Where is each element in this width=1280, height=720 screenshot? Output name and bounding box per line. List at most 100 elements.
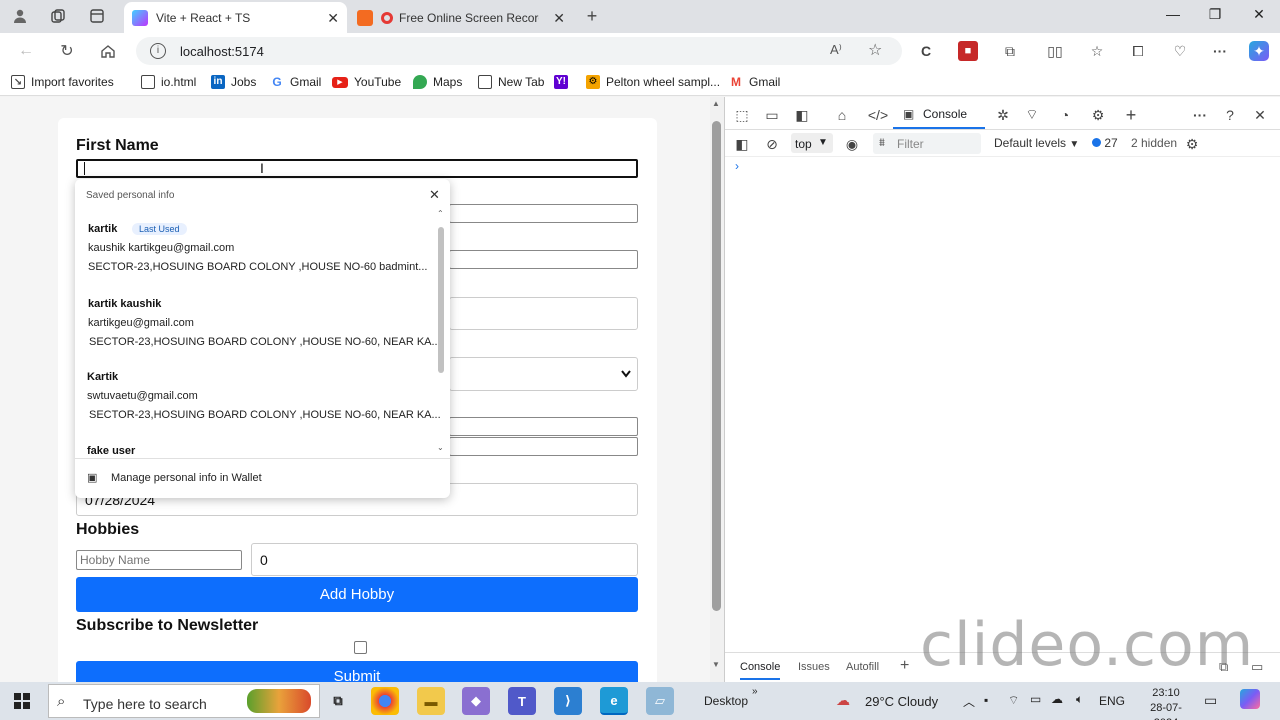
device-toolbar-icon[interactable]: ▭ [762, 105, 782, 125]
back-icon[interactable]: ← [15, 40, 37, 62]
add-hobby-button[interactable]: Add Hobby [76, 577, 638, 612]
notifications-icon[interactable]: ▭ [1204, 692, 1217, 709]
split-screen-icon[interactable]: ▯▯ [1045, 41, 1065, 61]
elements-icon[interactable]: </> [868, 105, 888, 125]
copilot-extension-icon[interactable]: C [916, 41, 936, 61]
city-input[interactable] [449, 437, 638, 456]
scroll-up-icon[interactable]: ▲ [712, 99, 720, 108]
bookmark-gmail-google[interactable]: G Gmail [270, 75, 321, 89]
taskbar-search-box[interactable]: ⌕ Type here to search [48, 684, 320, 718]
favorite-star-icon[interactable]: ☆ [868, 40, 882, 60]
volume-icon[interactable]: 🔈︎ [1076, 692, 1083, 707]
email-input[interactable] [449, 250, 638, 269]
refresh-icon[interactable]: ↻ [56, 40, 78, 62]
scroll-up-icon[interactable]: ⌃ [437, 209, 444, 218]
bookmark-yahoo[interactable]: Y! [554, 75, 574, 89]
wifi-icon[interactable]: ⌔ [1008, 693, 1019, 708]
autofill-item[interactable]: kartik kaushik kartikgeu@gmail.com SECTO… [75, 290, 441, 358]
gender-select[interactable] [449, 357, 638, 391]
bookmark-jobs[interactable]: in Jobs [211, 75, 256, 89]
manage-wallet-link[interactable]: ▣ Manage personal info in Wallet [75, 459, 450, 498]
close-icon[interactable]: ✕ [553, 10, 565, 27]
bookmark-import-favorites[interactable]: ↘ Import favorites [11, 75, 114, 89]
language-indicator[interactable]: ENG [1099, 694, 1125, 708]
copilot-taskbar-icon[interactable] [1240, 689, 1260, 709]
address-input[interactable] [449, 417, 638, 436]
chrome-icon[interactable] [371, 687, 399, 715]
bookmark-maps[interactable]: Maps [413, 75, 462, 89]
scroll-thumb[interactable] [712, 121, 721, 611]
window-close-icon[interactable]: ✕ [1244, 6, 1274, 26]
scroll-down-icon[interactable]: ▼ [712, 660, 720, 669]
dock-icon[interactable]: ◧ [792, 105, 812, 125]
browser-essentials-icon[interactable]: ♡ [1170, 41, 1190, 61]
favorites-icon[interactable]: ☆ [1087, 41, 1107, 61]
console-filter-input[interactable]: ⩩ Filter [873, 133, 981, 154]
network-wifi-icon[interactable]: ⌔ [1022, 105, 1042, 125]
close-devtools-icon[interactable]: ✕ [1250, 105, 1270, 125]
weather-text[interactable]: 29°C Cloudy [865, 694, 938, 709]
drawer-tab-autofill[interactable]: Autofill [846, 661, 879, 673]
age-input[interactable] [449, 297, 638, 330]
more-menu-icon[interactable]: ··· [1210, 41, 1230, 61]
context-select[interactable]: top ▼ [791, 133, 833, 153]
collections-icon[interactable]: ⧠ [1128, 41, 1148, 61]
show-hidden-icons-icon[interactable]: ︿ [963, 693, 975, 710]
teams-icon[interactable]: T [508, 687, 536, 715]
windows-start-icon[interactable] [14, 693, 30, 712]
scroll-down-icon[interactable]: ⌄ [437, 443, 444, 452]
bug-icon[interactable]: ✲ [993, 105, 1013, 125]
window-app-icon[interactable]: ▱ [646, 687, 674, 715]
close-icon[interactable]: ✕ [327, 10, 339, 27]
workspaces-icon[interactable] [47, 6, 69, 26]
battery-icon[interactable]: ▭ [1030, 692, 1041, 706]
clock[interactable]: 23:10 28-07-2024 [1140, 686, 1192, 720]
console-prompt-chevron-icon[interactable]: › [735, 159, 739, 173]
task-view-icon[interactable]: ⧉ [324, 687, 352, 715]
tab-screen-recorder[interactable]: Free Online Screen Recorde ✕ [349, 2, 573, 33]
vscode-icon[interactable]: ⟩ [554, 687, 582, 715]
tray-app-icon[interactable]: ▪ [984, 693, 988, 707]
sidebar-toggle-icon[interactable]: ◧ [732, 134, 752, 154]
autofill-item[interactable]: fake user [75, 437, 433, 457]
extensions-icon[interactable]: ⧉ [1000, 41, 1020, 61]
autofill-item[interactable]: Kartik swtuvaetu@gmail.com SECTOR-23,HOS… [75, 363, 441, 431]
app-icon[interactable]: ◆ [462, 687, 490, 715]
cloud-sync-icon[interactable]: ☁ [1051, 692, 1063, 706]
autofill-item[interactable]: kartik Last Used kaushik kartikgeu@gmail… [75, 215, 433, 283]
hobby-name-input[interactable] [76, 550, 242, 570]
bookmark-new-tab[interactable]: New Tab [478, 75, 544, 89]
tab-vite-react[interactable]: Vite + React + TS ✕ [124, 2, 347, 33]
page-scrollbar[interactable]: ▲ ▼ [710, 97, 724, 682]
toolbar-chevron-icon[interactable]: » [752, 686, 758, 697]
bookmark-youtube[interactable]: ▶ YouTube [332, 75, 401, 89]
home-icon[interactable] [97, 40, 119, 62]
drawer-tab-issues[interactable]: Issues [798, 661, 830, 673]
popup-scrollbar[interactable]: ⌃ ⌄ [437, 209, 446, 457]
close-icon[interactable]: ✕ [429, 187, 440, 203]
bookmark-io-html[interactable]: io.html [141, 75, 196, 89]
live-expression-eye-icon[interactable]: ◉ [842, 134, 862, 154]
submit-button[interactable]: Submit [76, 661, 638, 682]
copilot-icon[interactable]: ✦ [1249, 41, 1269, 61]
tab-actions-icon[interactable] [86, 6, 108, 26]
profile-icon[interactable] [9, 6, 31, 26]
performance-icon[interactable]: ◔ [1055, 105, 1075, 125]
add-tool-icon[interactable]: + [1121, 105, 1141, 125]
read-aloud-icon[interactable]: A⁾ [830, 42, 842, 58]
address-bar[interactable]: i localhost:5174 A⁾ ☆ [136, 37, 902, 65]
more-options-icon[interactable]: ··· [1190, 105, 1210, 125]
file-explorer-icon[interactable]: ▬ [417, 687, 445, 715]
site-info-icon[interactable]: i [150, 43, 166, 59]
console-settings-gear-icon[interactable]: ⚙ [1182, 134, 1202, 154]
hobby-count-input[interactable]: 0 [251, 543, 638, 576]
last-name-input[interactable] [449, 204, 638, 223]
first-name-input[interactable] [76, 159, 638, 178]
drawer-tab-console[interactable]: Console [740, 661, 781, 680]
help-icon[interactable]: ? [1220, 105, 1240, 125]
bookmark-gmail[interactable]: M Gmail [729, 75, 780, 89]
tab-console[interactable]: ▣ Console [893, 97, 985, 129]
restore-icon[interactable]: ❐ [1200, 6, 1230, 26]
new-tab-icon[interactable]: + [581, 6, 603, 26]
drawer-add-icon[interactable]: + [900, 657, 909, 675]
